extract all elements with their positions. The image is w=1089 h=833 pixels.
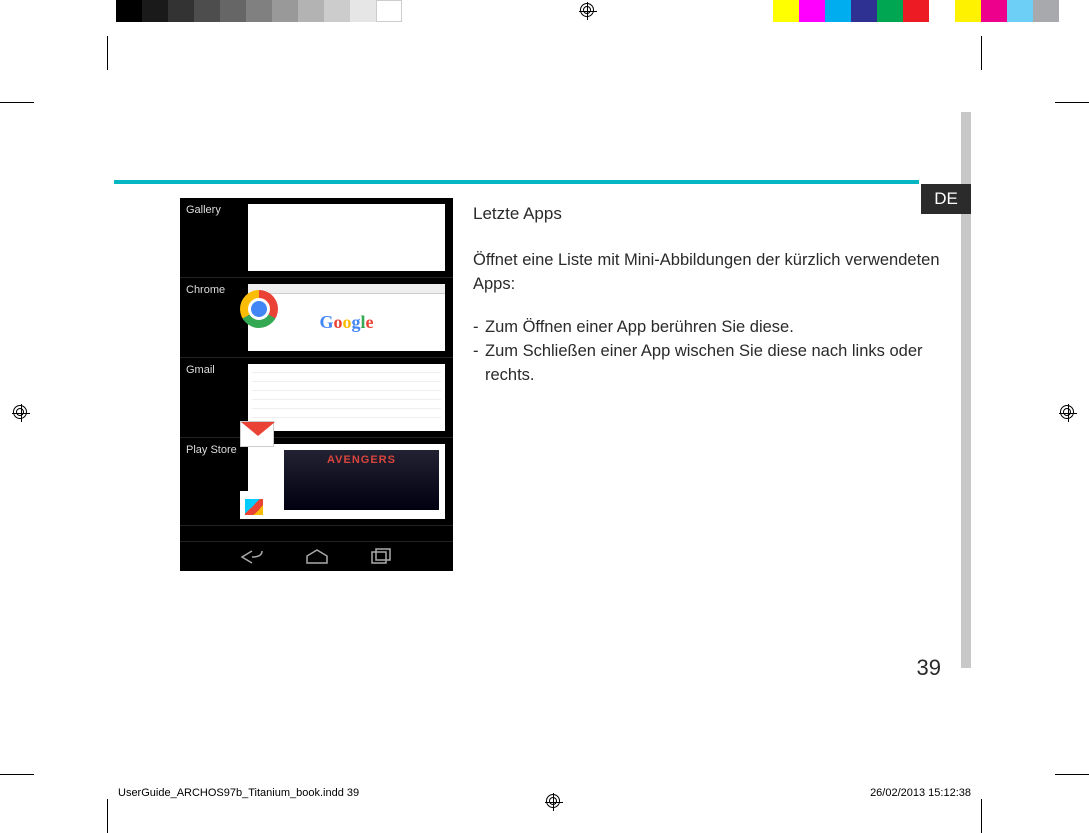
app-thumbnail: AVENGERS xyxy=(248,444,445,519)
crop-mark-icon xyxy=(981,799,982,833)
crop-mark-icon xyxy=(981,36,982,70)
crop-mark-icon xyxy=(1055,102,1089,103)
play-store-icon xyxy=(240,491,268,519)
crop-mark-icon xyxy=(0,102,34,103)
chrome-icon xyxy=(240,290,278,328)
back-icon xyxy=(238,548,268,566)
app-label: Chrome xyxy=(180,278,248,357)
imprint-file: UserGuide_ARCHOS97b_Titanium_book.indd 3… xyxy=(118,787,359,799)
app-thumbnail xyxy=(248,204,445,271)
app-thumbnail xyxy=(248,364,445,431)
home-icon xyxy=(302,548,332,566)
section-divider xyxy=(114,180,919,184)
instruction-item: Zum Öffnen einer App berühren Sie diese. xyxy=(473,316,949,340)
android-navbar xyxy=(180,541,453,571)
recent-app-row: Chrome Google xyxy=(180,278,453,358)
registration-mark-icon xyxy=(579,2,597,20)
section-heading: Letzte Apps xyxy=(473,202,949,227)
page-content: Gallery Chrome Google Gmail Play Store A… xyxy=(180,198,949,571)
crop-mark-icon xyxy=(107,799,108,833)
page-number: 39 xyxy=(917,655,941,681)
recent-app-row: Gmail xyxy=(180,358,453,438)
avengers-banner: AVENGERS xyxy=(284,450,439,510)
print-color-bar xyxy=(0,0,1089,22)
print-imprint: UserGuide_ARCHOS97b_Titanium_book.indd 3… xyxy=(118,787,971,799)
registration-mark-icon xyxy=(1059,404,1077,422)
crop-mark-icon xyxy=(0,774,34,775)
registration-mark-icon xyxy=(12,404,30,422)
instruction-item: Zum Schließen einer App wischen Sie dies… xyxy=(473,340,949,388)
recent-apps-icon xyxy=(366,548,396,566)
recent-app-row: Play Store AVENGERS xyxy=(180,438,453,526)
recent-apps-screenshot: Gallery Chrome Google Gmail Play Store A… xyxy=(180,198,453,571)
app-label: Gmail xyxy=(180,358,248,437)
app-label: Play Store xyxy=(180,438,248,525)
app-thumbnail: Google xyxy=(248,284,445,351)
google-logo: Google xyxy=(248,312,445,333)
text-column: Letzte Apps Öffnet eine Liste mit Mini-A… xyxy=(473,198,949,571)
app-label: Gallery xyxy=(180,198,248,277)
recent-app-row: Gallery xyxy=(180,198,453,278)
intro-text: Öffnet eine Liste mit Mini-Abbildungen d… xyxy=(473,249,949,297)
instruction-list: Zum Öffnen einer App berühren Sie diese.… xyxy=(473,316,949,388)
crop-mark-icon xyxy=(107,36,108,70)
imprint-date: 26/02/2013 15:12:38 xyxy=(870,787,971,799)
crop-mark-icon xyxy=(1055,774,1089,775)
gmail-icon xyxy=(240,421,274,447)
